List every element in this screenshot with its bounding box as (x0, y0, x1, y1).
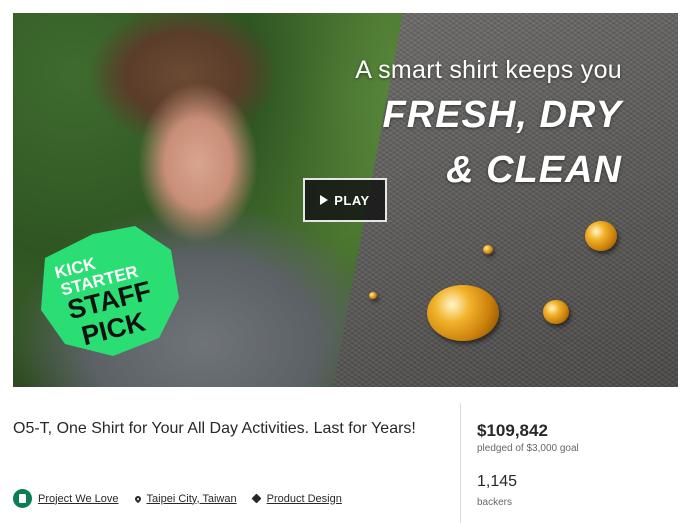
water-drop (369, 292, 377, 299)
hero-tagline-1: FRESH, DRY (382, 94, 622, 136)
play-icon (320, 195, 329, 205)
kickstarter-logo-icon (13, 489, 32, 508)
project-video[interactable]: A smart shirt keeps you FRESH, DRY & CLE… (13, 13, 678, 387)
project-we-love-label: Project We Love (38, 492, 119, 505)
water-drop (427, 285, 499, 341)
water-drop (585, 221, 617, 251)
tag-icon (251, 493, 262, 504)
water-drop (483, 245, 493, 254)
location-link[interactable]: Taipei City, Taiwan (133, 492, 237, 505)
staff-pick-badge: KICK STARTER STAFF PICK (35, 220, 181, 360)
location-pin-icon (133, 494, 142, 503)
water-drop (543, 300, 569, 324)
play-label: PLAY (334, 192, 370, 208)
pledged-goal-label: pledged of $3,000 goal (477, 443, 579, 454)
location-label: Taipei City, Taiwan (146, 492, 237, 505)
project-info: O5-T, One Shirt for Your All Day Activit… (0, 388, 700, 523)
category-label: Product Design (266, 492, 342, 505)
divider (460, 403, 461, 523)
hero-tagline-2: & CLEAN (446, 149, 622, 191)
project-title[interactable]: O5-T, One Shirt for Your All Day Activit… (13, 417, 433, 441)
project-we-love-link[interactable]: Project We Love (13, 489, 119, 508)
project-meta: Project We Love Taipei City, Taiwan Prod… (13, 489, 358, 508)
play-button[interactable]: PLAY (303, 178, 387, 222)
backers-count: 1,145 (477, 473, 518, 490)
category-link[interactable]: Product Design (251, 492, 342, 505)
backers-label: backers (477, 497, 513, 508)
hero-headline: A smart shirt keeps you (355, 56, 622, 84)
pledged-amount: $109,842 (477, 421, 548, 440)
